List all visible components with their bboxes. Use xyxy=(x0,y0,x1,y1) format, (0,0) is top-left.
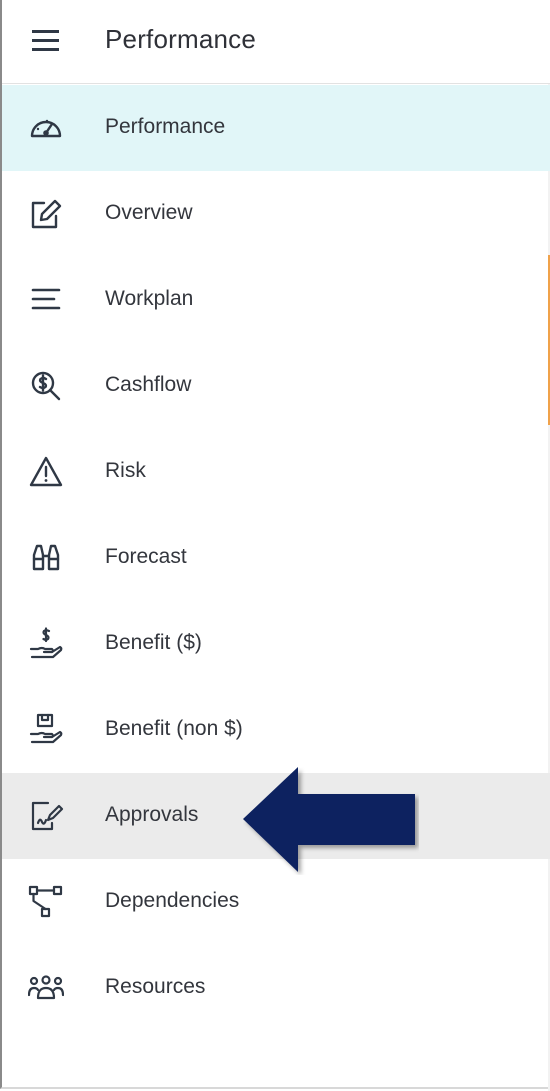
people-group-icon xyxy=(28,971,64,1005)
nav-item-risk[interactable]: Risk xyxy=(2,429,550,515)
hand-box-icon xyxy=(28,713,64,747)
nav-item-label: Overview xyxy=(105,201,193,224)
nav-item-workplan[interactable]: Workplan xyxy=(2,257,550,343)
nav-item-label: Benefit ($) xyxy=(105,631,202,654)
side-navigation-panel: Performance Performance Overview Workpla… xyxy=(0,0,550,1089)
document-signature-icon xyxy=(28,799,64,833)
nav-item-cashflow[interactable]: Cashflow xyxy=(2,343,550,429)
nav-item-label: Approvals xyxy=(105,803,199,826)
edit-icon xyxy=(28,197,64,231)
binoculars-icon xyxy=(28,541,64,575)
nav-item-benefit-dollar[interactable]: Benefit ($) xyxy=(2,601,550,687)
nav-item-performance[interactable]: Performance xyxy=(2,85,550,171)
nav-item-label: Workplan xyxy=(105,287,194,310)
nav-header: Performance xyxy=(2,0,550,84)
hierarchy-icon xyxy=(28,885,64,919)
nav-item-label: Resources xyxy=(105,975,206,998)
nav-item-label: Risk xyxy=(105,459,146,482)
nav-item-label: Dependencies xyxy=(105,889,240,912)
nav-item-label: Benefit (non $) xyxy=(105,717,243,740)
pointer-arrow-icon xyxy=(243,767,419,875)
lines-icon xyxy=(28,283,64,317)
nav-item-resources[interactable]: Resources xyxy=(2,945,550,1031)
nav-list: Performance Overview Workplan Cashflow R… xyxy=(2,85,550,1031)
hamburger-menu-icon[interactable] xyxy=(30,27,62,55)
hand-dollar-icon xyxy=(28,627,64,661)
dollar-search-icon xyxy=(28,369,64,403)
nav-item-label: Cashflow xyxy=(105,373,192,396)
nav-item-overview[interactable]: Overview xyxy=(2,171,550,257)
speedometer-icon xyxy=(28,111,64,145)
nav-item-label: Forecast xyxy=(105,545,187,568)
nav-item-label: Performance xyxy=(105,115,226,138)
nav-item-forecast[interactable]: Forecast xyxy=(2,515,550,601)
warning-icon xyxy=(28,455,64,489)
nav-item-benefit-non-dollar[interactable]: Benefit (non $) xyxy=(2,687,550,773)
page-title: Performance xyxy=(105,24,257,54)
